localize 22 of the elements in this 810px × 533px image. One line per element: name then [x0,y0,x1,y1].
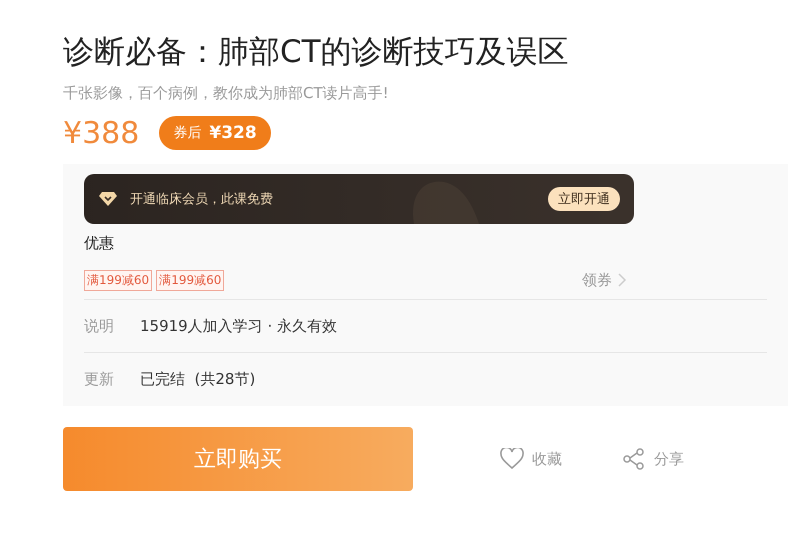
share-icon [622,448,646,470]
chevron-right-icon [618,273,627,287]
coupon-tag[interactable]: 满199减60 [84,270,152,290]
coupon-price-label: 券后 [173,124,202,142]
diamond-icon [98,191,118,207]
favorite-button[interactable]: 收藏 [500,448,562,470]
member-banner-text: 开通临床会员，此课免费 [130,191,274,208]
price: ¥388 [63,116,140,150]
coupon-tag[interactable]: 满199减60 [156,270,224,290]
info-value: 15919人加入学习 · 永久有效 [140,316,338,336]
heart-icon [500,448,524,470]
coupon-price-amount: ¥328 [209,123,257,143]
open-membership-button[interactable]: 立即开通 [548,187,620,211]
course-subtitle: 千张影像，百个病例，教你成为肺部CT读片高手! [63,84,390,103]
share-button[interactable]: 分享 [622,448,684,470]
info-label: 说明 [84,316,115,336]
claim-coupon-button[interactable]: 领券 [582,270,627,290]
info-label: 更新 [84,370,115,388]
info-value: 已完结 (共28节) [140,370,256,388]
course-title: 诊断必备：肺部CT的诊断技巧及误区 [63,33,570,72]
buy-now-button[interactable]: 立即购买 [63,427,413,491]
discount-label: 优惠 [84,234,115,253]
